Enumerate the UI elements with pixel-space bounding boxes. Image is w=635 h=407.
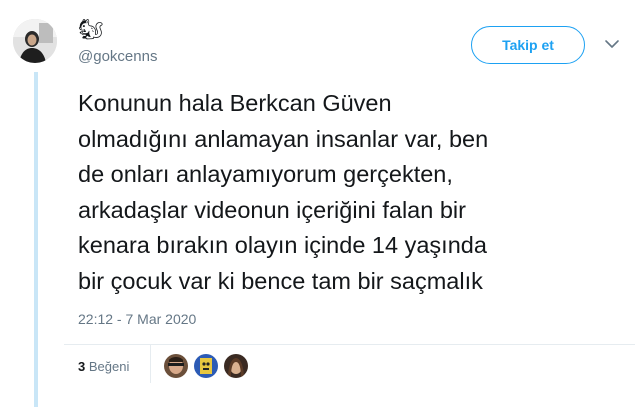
- divider: [150, 345, 151, 383]
- likes-count[interactable]: 3 Beğeni: [78, 359, 129, 374]
- tweet-line: bir çocuk var ki bence tam bir saçmalık: [78, 267, 483, 294]
- liker-avatar[interactable]: [223, 353, 249, 379]
- tweet-line: olmadığını anlamayan insanlar var, ben: [78, 125, 489, 152]
- tweet-line: kenara bırakın olayın içinde 14 yaşında: [78, 232, 487, 258]
- tweet-timestamp[interactable]: 22:12 - 7 Mar 2020: [78, 311, 196, 327]
- avatar-image: [13, 19, 57, 63]
- avatar[interactable]: [13, 19, 57, 63]
- likes-number: 3: [78, 359, 86, 374]
- follow-button[interactable]: Takip et: [471, 26, 585, 64]
- thread-line: [34, 72, 38, 407]
- user-handle[interactable]: @gokcenns: [78, 48, 157, 65]
- display-name[interactable]: 🐿: [78, 18, 103, 44]
- liker-avatar[interactable]: [193, 353, 219, 379]
- tweet-text: Konunun hala Berkcan Güven olmadığını an…: [78, 86, 623, 299]
- liker-avatar[interactable]: [163, 353, 189, 379]
- chevron-down-icon[interactable]: [604, 38, 620, 50]
- tweet-line: de onları anlayamıyorum gerçekten,: [78, 161, 453, 187]
- squirrel-icon: 🐿: [78, 19, 104, 41]
- likes-label: Beğeni: [88, 359, 130, 374]
- tweet-line: Konunun hala Berkcan Güven: [78, 90, 392, 116]
- tweet-line: arkadaşlar videonun içeriğini falan bir: [78, 196, 466, 223]
